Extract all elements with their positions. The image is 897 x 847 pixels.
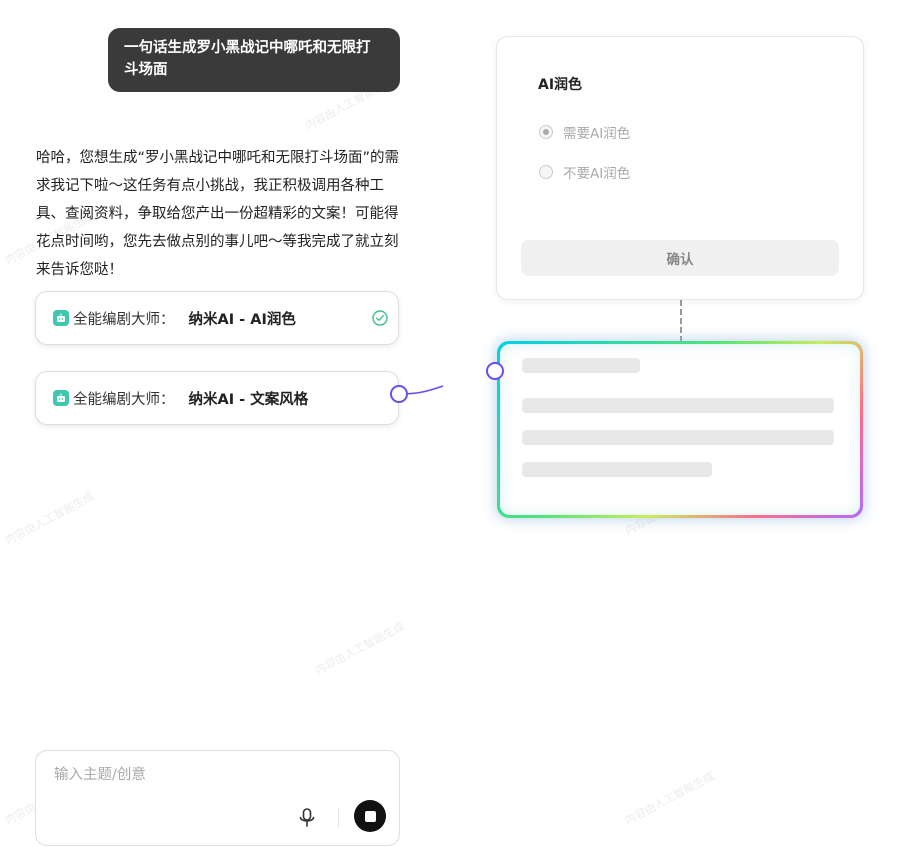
- check-circle-icon: [372, 310, 388, 330]
- watermark: 内容由人工智能生成: [622, 769, 717, 828]
- watermark: 内容由人工智能生成: [2, 489, 97, 548]
- dashed-connector: [680, 300, 682, 342]
- prompt-input-box: [35, 750, 400, 846]
- skeleton-line: [522, 398, 834, 413]
- confirm-button[interactable]: 确认: [521, 240, 839, 276]
- skeleton-line: [522, 462, 712, 477]
- tool-name: 纳米AI - AI润色: [188, 311, 296, 328]
- radio-option-no-polish[interactable]: 不要AI润色: [539, 162, 630, 182]
- user-message-text: 一句话生成罗小黑战记中哪吒和无限打斗场面: [124, 40, 371, 78]
- stop-generating-button[interactable]: [354, 800, 386, 832]
- radio-label: 不要AI润色: [563, 166, 631, 182]
- ai-polish-panel: AI润色 需要AI润色 不要AI润色 确认: [496, 36, 864, 300]
- prompt-input[interactable]: [52, 766, 356, 784]
- tool-call-card-style[interactable]: 全能编剧大师： 纳米AI - 文案风格: [35, 371, 399, 425]
- tool-agent-name: 全能编剧大师：: [73, 311, 175, 328]
- connector-port[interactable]: [390, 385, 408, 403]
- microphone-icon[interactable]: [296, 806, 318, 830]
- skeleton-line: [522, 358, 640, 373]
- radio-button[interactable]: [539, 165, 553, 179]
- stop-icon: [364, 810, 376, 822]
- robot-icon: [53, 390, 69, 406]
- ai-message-text: 哈哈，您想生成“罗小黑战记中哪吒和无限打斗场面”的需求我记下啦～这任务有点小挑战…: [36, 150, 400, 278]
- connector-port[interactable]: [486, 362, 504, 380]
- radio-option-need-polish[interactable]: 需要AI润色: [539, 122, 630, 142]
- watermark: 内容由人工智能生成: [312, 619, 407, 678]
- skeleton-line: [522, 430, 834, 445]
- radio-label: 需要AI润色: [563, 126, 631, 142]
- robot-icon: [53, 310, 69, 326]
- radio-button[interactable]: [539, 125, 553, 139]
- loading-skeleton-card: [497, 341, 863, 518]
- tool-name: 纳米AI - 文案风格: [188, 391, 309, 408]
- tool-call-card-polish[interactable]: 全能编剧大师： 纳米AI - AI润色: [35, 291, 399, 345]
- panel-title: AI润色: [538, 77, 583, 93]
- user-message-bubble: 一句话生成罗小黑战记中哪吒和无限打斗场面: [108, 28, 400, 92]
- tool-agent-name: 全能编剧大师：: [73, 391, 175, 408]
- divider: [338, 807, 339, 827]
